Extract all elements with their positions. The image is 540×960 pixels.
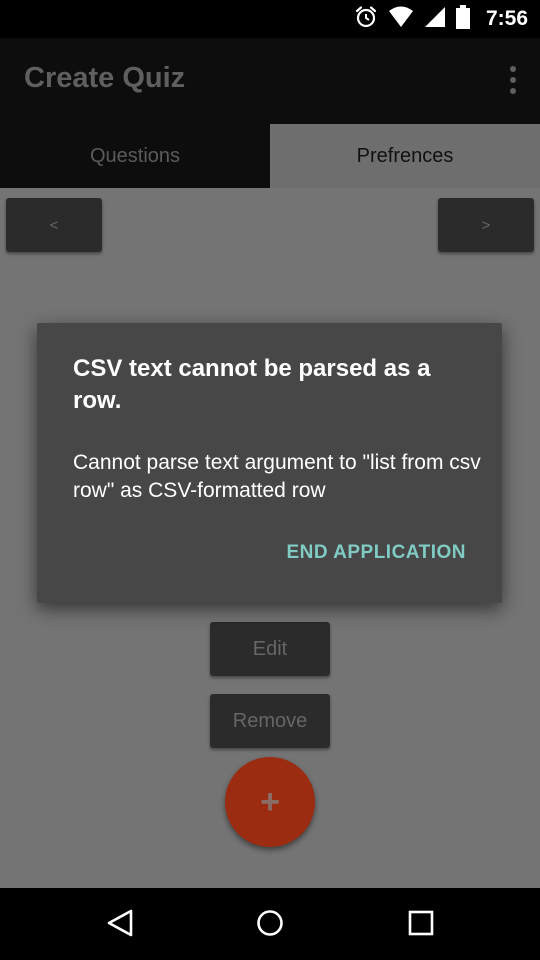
home-icon[interactable] — [255, 908, 285, 943]
error-dialog: CSV text cannot be parsed as a row. Cann… — [37, 323, 502, 603]
battery-icon — [455, 4, 470, 34]
add-button[interactable]: + — [225, 757, 315, 847]
status-bar: 7:56 — [0, 0, 540, 38]
edit-button[interactable]: Edit — [210, 622, 330, 676]
overflow-menu-icon[interactable] — [506, 66, 520, 94]
alarm-icon — [354, 5, 378, 34]
status-icons: 7:56 — [354, 0, 528, 38]
navigation-bar — [0, 888, 540, 960]
tab-bar: Questions Prefrences — [0, 124, 540, 188]
dialog-message: Cannot parse text argument to "list from… — [73, 451, 481, 502]
app-title: Create Quiz — [24, 62, 186, 94]
signal-icon — [424, 6, 446, 33]
next-button[interactable]: > — [438, 198, 534, 252]
end-application-button[interactable]: END APPLICATION — [286, 542, 466, 564]
tab-questions[interactable]: Questions — [0, 124, 270, 188]
previous-button[interactable]: < — [6, 198, 102, 252]
remove-button[interactable]: Remove — [210, 694, 330, 748]
dialog-title: CSV text cannot be parsed as a row. — [73, 355, 431, 414]
wifi-icon — [388, 6, 414, 33]
status-time: 7:56 — [485, 7, 528, 30]
plus-icon: + — [260, 783, 280, 821]
back-icon[interactable] — [105, 908, 135, 943]
recents-icon[interactable] — [406, 908, 436, 943]
tab-preferences[interactable]: Prefrences — [270, 124, 540, 188]
app-bar: Create Quiz — [0, 38, 540, 124]
